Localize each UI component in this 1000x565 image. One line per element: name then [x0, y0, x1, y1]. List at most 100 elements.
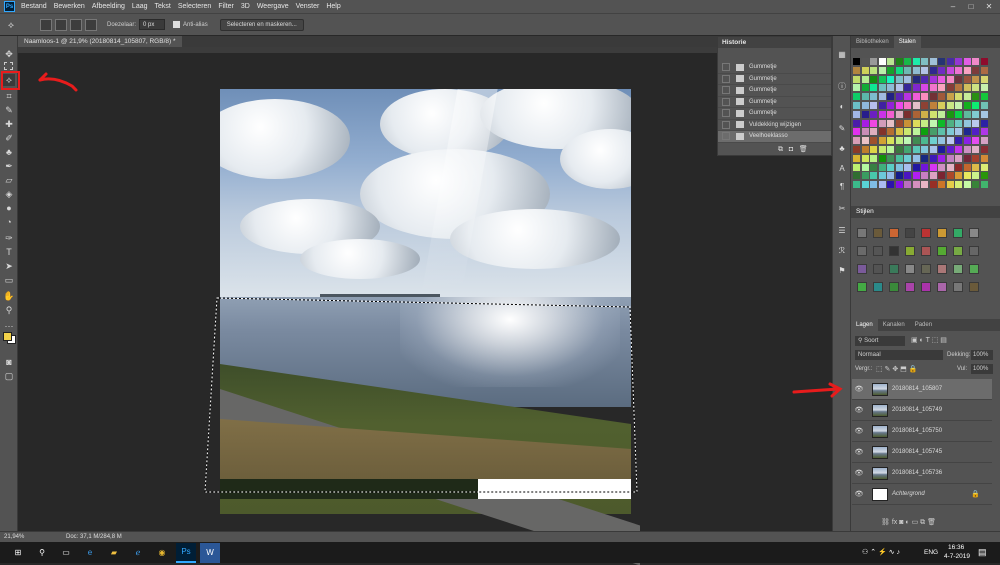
style-swatch[interactable] [921, 228, 931, 238]
color-swatch[interactable] [861, 110, 869, 118]
menu-laag[interactable]: Laag [132, 3, 148, 10]
layer-row[interactable]: 👁 20180814_105745 [852, 442, 992, 463]
tools-preset-icon[interactable]: ✂ [837, 204, 847, 214]
color-swatch[interactable] [878, 110, 886, 118]
pen-tool-icon[interactable]: ✑ [3, 232, 15, 244]
color-swatch[interactable] [921, 93, 928, 101]
color-swatch[interactable] [878, 146, 886, 153]
color-swatch[interactable] [895, 93, 903, 101]
color-swatch[interactable] [878, 172, 886, 180]
history-checkbox[interactable] [722, 86, 730, 95]
color-swatch[interactable] [895, 181, 903, 189]
color-swatch[interactable] [963, 163, 971, 171]
color-swatch[interactable] [955, 75, 962, 83]
tab-swatches[interactable]: Stalen [893, 36, 921, 48]
color-swatch[interactable] [963, 137, 971, 145]
color-swatch[interactable] [878, 181, 886, 189]
zoom-tool-icon[interactable]: ⚲ [3, 304, 15, 316]
style-swatch[interactable] [889, 282, 899, 292]
color-swatch[interactable] [963, 154, 971, 162]
color-swatch[interactable] [912, 128, 920, 136]
color-swatch[interactable] [955, 146, 962, 153]
search-icon[interactable]: ⚲ [32, 543, 52, 563]
color-swatch[interactable] [887, 66, 894, 74]
color-swatch[interactable] [963, 93, 971, 101]
color-swatch[interactable] [895, 110, 903, 118]
blur-tool-icon[interactable]: ● [3, 202, 15, 214]
color-swatch[interactable] [980, 93, 988, 101]
more-tools-icon[interactable]: ··· [3, 320, 15, 332]
color-swatch[interactable] [921, 154, 928, 162]
color-swatch[interactable] [853, 75, 860, 83]
color-swatch[interactable] [912, 154, 920, 162]
color-swatch[interactable] [904, 137, 911, 145]
color-swatch[interactable] [853, 58, 860, 65]
color-swatch[interactable] [980, 58, 988, 65]
color-swatch[interactable] [946, 110, 954, 118]
color-swatch[interactable] [895, 172, 903, 180]
color-swatch[interactable] [929, 84, 937, 92]
paths-panel-icon[interactable]: ℛ [837, 246, 847, 256]
visibility-eye-icon[interactable]: 👁 [852, 469, 866, 477]
menu-tekst[interactable]: Tekst [155, 3, 171, 10]
color-swatch[interactable] [955, 110, 962, 118]
history-item[interactable]: Vuldekking wijzigen [718, 120, 831, 131]
color-swatch[interactable] [904, 75, 911, 83]
layer-row[interactable]: 👁 20180814_105750 [852, 421, 992, 442]
styles-grid[interactable] [853, 226, 991, 306]
color-swatch[interactable] [938, 154, 945, 162]
layer-row[interactable]: 👁 Achtergrond 🔒 [852, 484, 992, 505]
color-swatch[interactable] [972, 66, 979, 74]
language-indicator[interactable]: ENG [924, 549, 938, 556]
blend-mode-select[interactable]: Normaal [855, 350, 943, 360]
style-swatch[interactable] [937, 246, 947, 256]
clone-source-icon[interactable]: ♣ [837, 144, 847, 154]
color-swatch[interactable] [980, 128, 988, 136]
color-swatch[interactable] [972, 163, 979, 171]
style-swatch[interactable] [857, 282, 867, 292]
tab-channels[interactable]: Kanalen [878, 319, 910, 331]
menu-filter[interactable]: Filter [218, 3, 234, 10]
internet-explorer-icon[interactable]: ℯ [128, 543, 148, 563]
style-swatch[interactable] [937, 228, 947, 238]
color-swatch[interactable] [904, 128, 911, 136]
style-swatch[interactable] [969, 246, 979, 256]
color-swatch[interactable] [887, 58, 894, 65]
paint-bucket-tool-icon[interactable]: ◈ [3, 188, 15, 200]
style-swatch[interactable] [873, 282, 883, 292]
visibility-eye-icon[interactable]: 👁 [852, 448, 866, 456]
path-selection-tool-icon[interactable]: ➤ [3, 260, 15, 272]
color-swatch[interactable] [921, 146, 928, 153]
color-swatch[interactable] [963, 172, 971, 180]
color-swatch[interactable] [912, 137, 920, 145]
color-swatch[interactable] [895, 146, 903, 153]
color-swatch[interactable] [938, 75, 945, 83]
color-swatch[interactable] [878, 93, 886, 101]
color-swatch[interactable] [861, 66, 869, 74]
color-swatch[interactable] [972, 84, 979, 92]
word-taskbar-icon[interactable]: W [200, 542, 220, 563]
color-swatch[interactable] [972, 75, 979, 83]
color-swatch[interactable] [938, 181, 945, 189]
style-swatch[interactable] [921, 282, 931, 292]
color-swatch[interactable] [895, 84, 903, 92]
subtract-selection-icon[interactable] [70, 18, 82, 31]
layer-row[interactable]: 👁 20180814_105749 [852, 400, 992, 421]
color-swatch[interactable] [946, 137, 954, 145]
close-icon[interactable]: ✕ [980, 0, 998, 13]
style-swatch[interactable] [905, 282, 915, 292]
color-swatch[interactable] [870, 146, 877, 153]
system-tray-icons[interactable]: ⚇ ⌃ ⚡ ∿ ♪ [862, 548, 900, 556]
history-brush-tool-icon[interactable]: ✒ [3, 160, 15, 172]
task-view-icon[interactable]: ▭ [56, 543, 76, 563]
color-swatch[interactable] [963, 75, 971, 83]
color-swatch[interactable] [878, 154, 886, 162]
color-swatch[interactable] [938, 137, 945, 145]
color-swatch[interactable] [980, 75, 988, 83]
color-swatch[interactable] [929, 137, 937, 145]
color-swatch[interactable] [946, 172, 954, 180]
color-swatch[interactable] [980, 154, 988, 162]
color-swatch[interactable] [938, 93, 945, 101]
eraser-tool-icon[interactable]: ▱ [3, 174, 15, 186]
color-swatch[interactable] [946, 58, 954, 65]
